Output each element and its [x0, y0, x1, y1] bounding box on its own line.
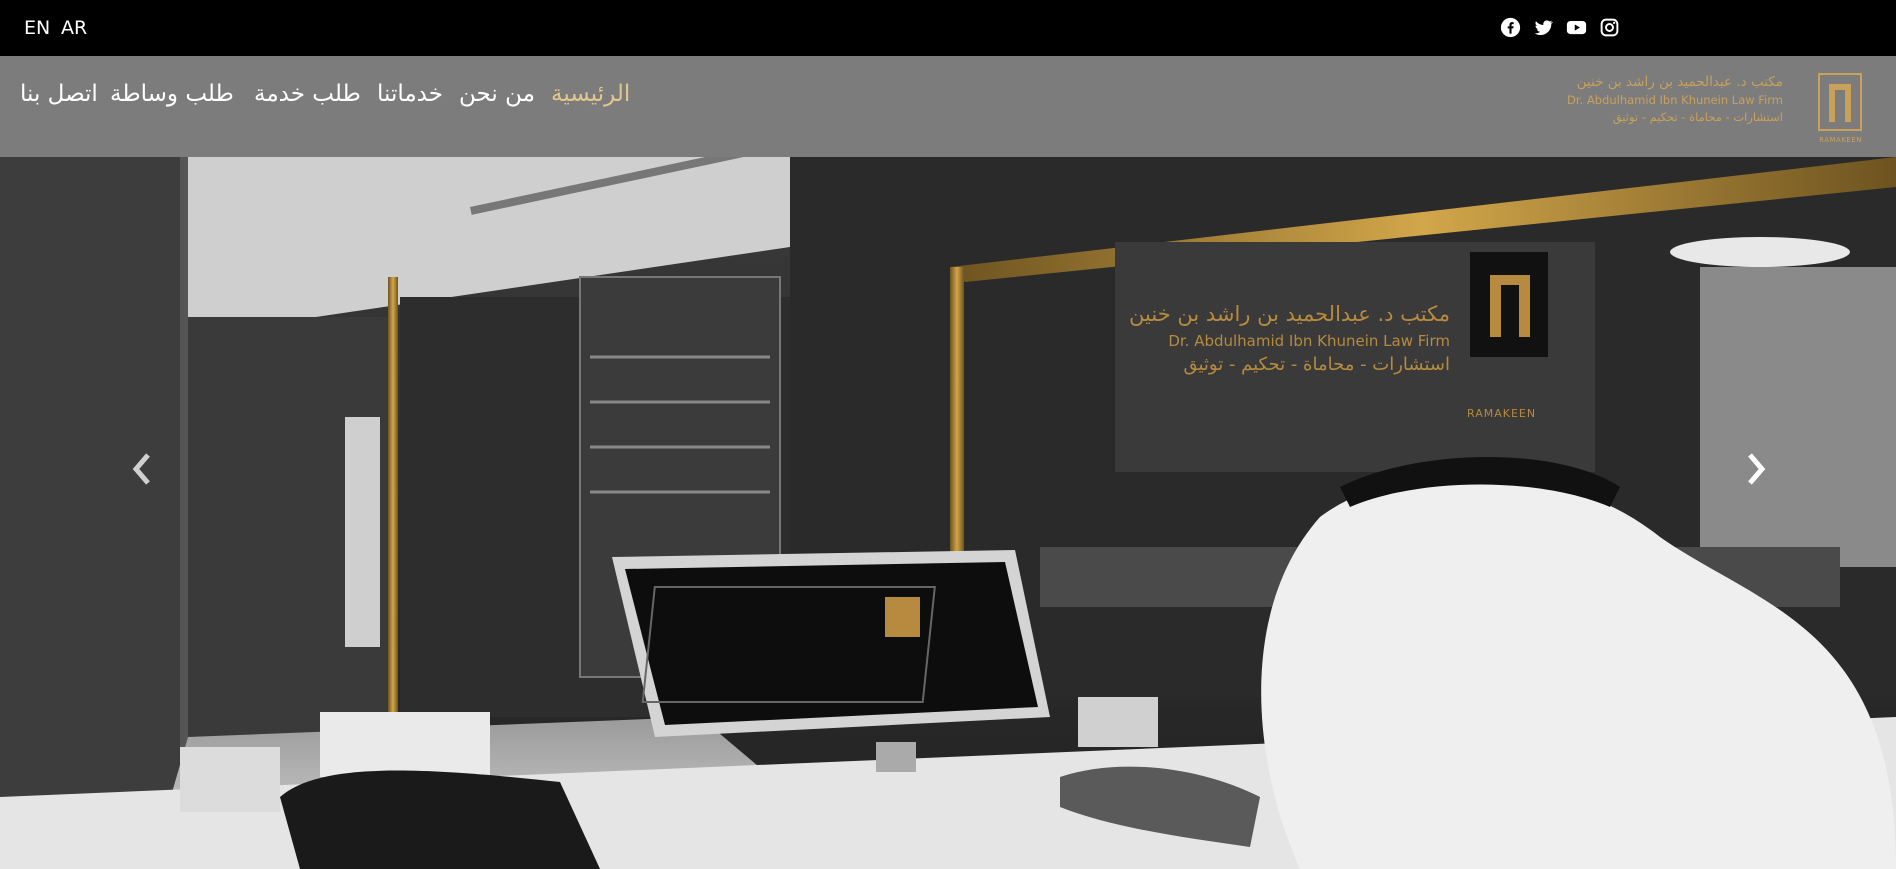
language-en-link[interactable]: EN: [24, 17, 50, 39]
youtube-icon[interactable]: [1566, 17, 1587, 38]
nav-contact[interactable]: اتصل بنا: [20, 81, 98, 107]
brand-text: مكتب د. عبدالحميد بن راشد بن خنين Dr. Ab…: [1567, 74, 1783, 124]
wall-sign-tagline-ar: استشارات - محاماة - تحكيم - توثيق: [1183, 354, 1450, 375]
chevron-left-icon: [132, 453, 150, 485]
language-ar-link[interactable]: AR: [61, 17, 87, 39]
wall-sign: مكتب د. عبدالحميد بن راشد بن خنين Dr. Ab…: [1129, 302, 1450, 375]
brand-logo[interactable]: مكتب د. عبدالحميد بن راشد بن خنين Dr. Ab…: [1567, 66, 1865, 146]
brand-mark-label: RAMAKEEN: [1819, 136, 1862, 144]
brand-tagline-ar: استشارات - محاماة - تحكيم - توثيق: [1612, 110, 1783, 124]
top-bar: EN AR: [0, 0, 1896, 56]
slider-prev-button[interactable]: [128, 449, 158, 489]
wall-sign-name-en: Dr. Abdulhamid Ibn Khunein Law Firm: [1168, 332, 1450, 350]
nav-home[interactable]: الرئيسية: [551, 81, 630, 107]
brand-name-ar: مكتب د. عبدالحميد بن راشد بن خنين: [1576, 74, 1783, 90]
brand-mark-icon: RAMAKEEN: [1815, 72, 1865, 144]
nav-request-service[interactable]: طلب خدمة: [254, 81, 361, 107]
wall-sign-name-ar: مكتب د. عبدالحميد بن راشد بن خنين: [1129, 302, 1450, 326]
hero-slider: مكتب د. عبدالحميد بن راشد بن خنين Dr. Ab…: [0, 157, 1896, 869]
instagram-icon[interactable]: [1599, 17, 1620, 38]
slider-next-button[interactable]: [1740, 449, 1770, 489]
twitter-icon[interactable]: [1533, 17, 1554, 38]
social-links: [1500, 17, 1620, 38]
chevron-right-icon: [1748, 453, 1766, 485]
nav-services[interactable]: خدماتنا: [377, 81, 443, 107]
brand-name-en: Dr. Abdulhamid Ibn Khunein Law Firm: [1567, 93, 1783, 107]
hero-office-image: [0, 157, 1896, 869]
main-navbar: الرئيسية من نحن خدماتنا طلب خدمة طلب وسا…: [0, 56, 1896, 157]
wall-sign-mark-label: RAMAKEEN: [1467, 407, 1537, 420]
nav-about[interactable]: من نحن: [459, 81, 535, 107]
facebook-icon[interactable]: [1500, 17, 1521, 38]
nav-request-mediation[interactable]: طلب وساطة: [110, 81, 234, 107]
